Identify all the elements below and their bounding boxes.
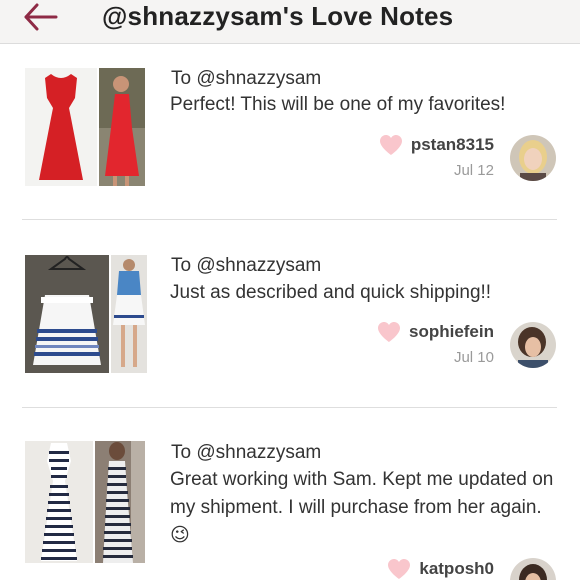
page-title: @shnazzysam's Love Notes xyxy=(102,1,454,31)
red-dress-model-photo xyxy=(99,68,145,186)
listing-thumbnails[interactable] xyxy=(25,255,147,373)
striped-maxi-dress-photo xyxy=(25,441,93,563)
red-dress-photo xyxy=(25,68,97,186)
white-skirt-model-photo xyxy=(111,255,147,373)
recipient-label: To @shnazzysam xyxy=(171,442,322,463)
heart-icon[interactable] xyxy=(387,558,411,580)
avatar[interactable] xyxy=(510,322,556,368)
avatar[interactable] xyxy=(510,558,556,580)
heart-icon[interactable] xyxy=(377,321,401,343)
note-message: Perfect! This will be one of my favorite… xyxy=(170,91,565,119)
note-message-text: Just as described and quick shipping!! xyxy=(170,282,492,303)
sender: katposh0 xyxy=(387,558,494,580)
listing-image[interactable] xyxy=(25,68,97,186)
note-date: Jul 10 xyxy=(453,349,494,366)
note-message: Great working with Sam. Kept me updated … xyxy=(170,466,565,550)
sender-username[interactable]: pstan8315 xyxy=(411,135,494,155)
sender-username[interactable]: sophiefein xyxy=(409,322,494,342)
striped-maxi-dress-model-photo xyxy=(95,441,145,563)
recipient-label: To @shnazzysam xyxy=(171,255,322,276)
sender-username[interactable]: katposh0 xyxy=(419,559,494,579)
user-avatar-image xyxy=(510,558,556,580)
listing-thumbnails[interactable] xyxy=(25,441,145,563)
divider xyxy=(22,219,557,220)
wink-emoji-icon: 😉 xyxy=(170,525,190,546)
listing-image[interactable] xyxy=(99,68,145,186)
note-message: Just as described and quick shipping!! xyxy=(170,279,565,307)
app-header: @shnazzysam's Love Notes xyxy=(0,0,580,44)
listing-thumbnails[interactable] xyxy=(25,68,145,186)
sender: sophiefein xyxy=(377,321,494,343)
heart-icon[interactable] xyxy=(379,134,403,156)
listing-image[interactable] xyxy=(111,255,147,373)
white-skirt-photo xyxy=(25,255,109,373)
back-button[interactable] xyxy=(22,0,62,36)
listing-image[interactable] xyxy=(25,441,93,563)
note-message-text: Perfect! This will be one of my favorite… xyxy=(170,94,506,115)
listing-image[interactable] xyxy=(25,255,109,373)
divider xyxy=(22,407,557,408)
listing-image[interactable] xyxy=(95,441,145,563)
note-message-text: Great working with Sam. Kept me updated … xyxy=(170,469,554,518)
sender: pstan8315 xyxy=(379,134,494,156)
note-date: Jul 12 xyxy=(453,162,494,179)
user-avatar-image xyxy=(510,135,556,181)
recipient-label: To @shnazzysam xyxy=(171,68,322,89)
back-arrow-icon xyxy=(24,3,58,31)
avatar[interactable] xyxy=(510,135,556,181)
user-avatar-image xyxy=(510,322,556,368)
